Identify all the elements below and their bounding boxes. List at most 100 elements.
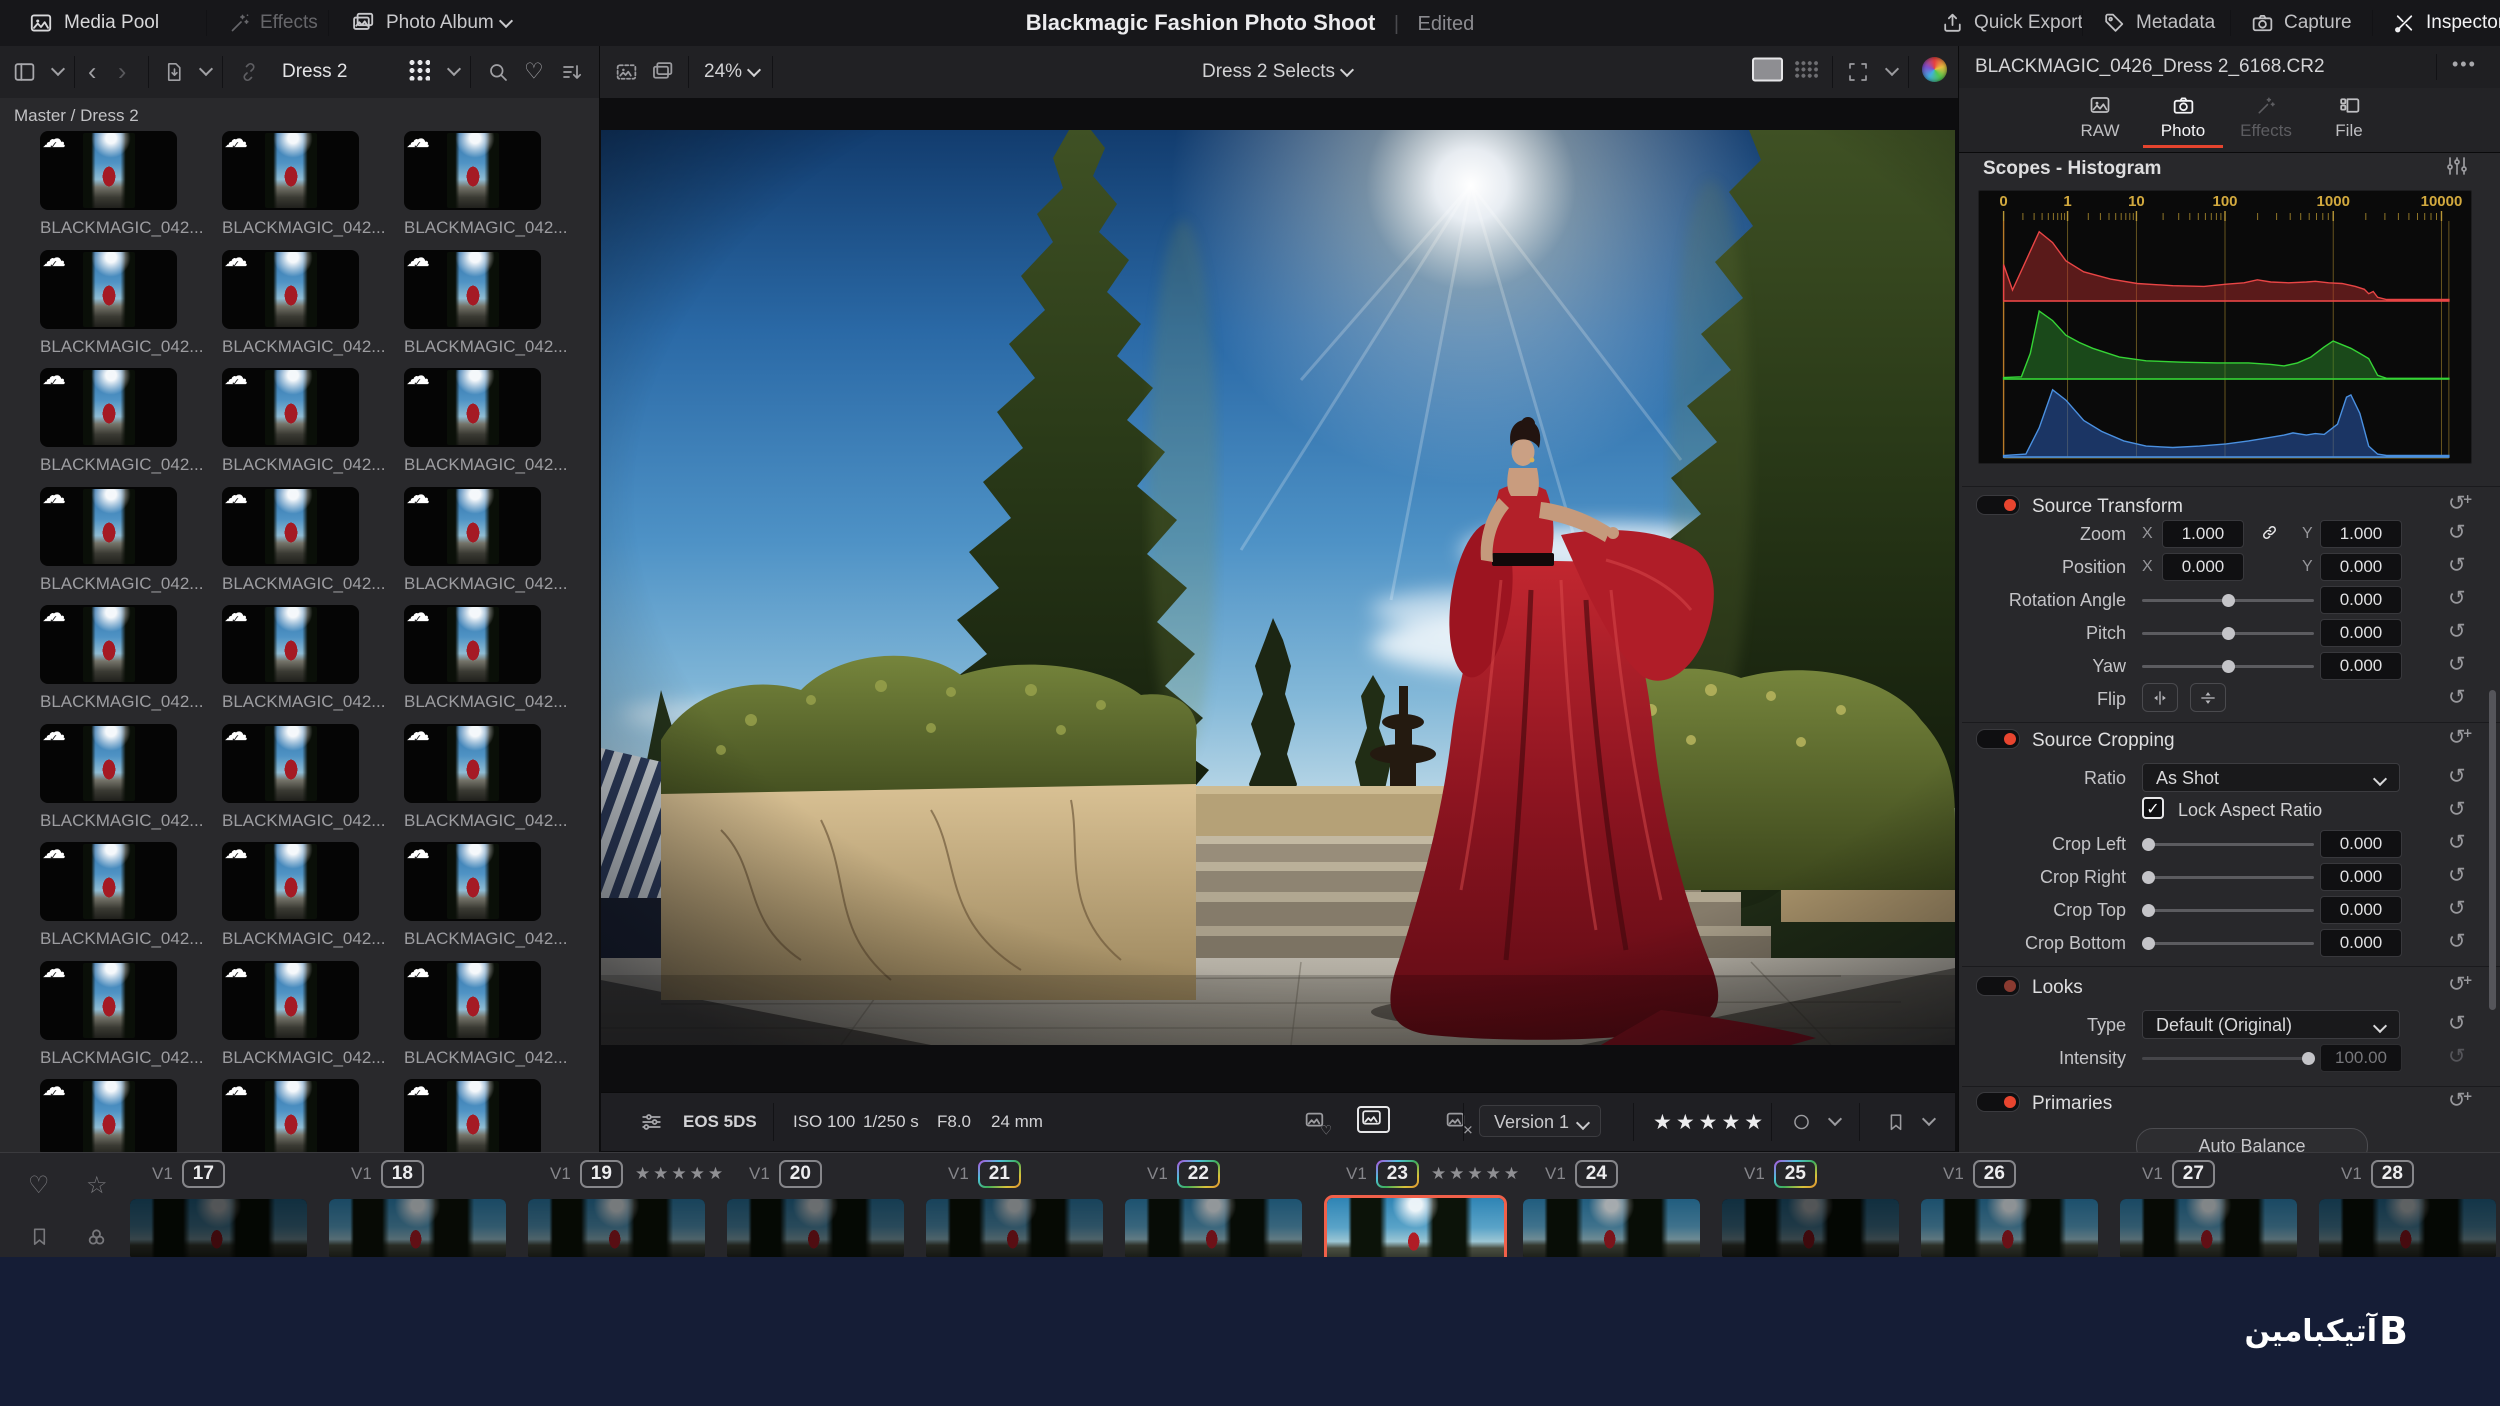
row-reset-icon[interactable]: ↺ [2448,898,2466,919]
media-thumbnail[interactable]: ☁ ✓ [404,127,541,210]
zoom-level[interactable]: 24% [704,61,762,83]
tab-file[interactable]: File [2311,92,2387,141]
filmstrip-thumbnail[interactable] [1125,1199,1302,1258]
unlink-icon[interactable] [237,60,261,84]
value-field-y[interactable]: 1.000 [2320,520,2402,548]
looks-toggle[interactable] [1976,976,2020,996]
media-thumbnail[interactable]: ☁ ✓ [404,364,541,447]
fit-image-icon[interactable] [614,60,639,85]
media-thumbnail[interactable]: ☁ ✓ [222,1075,359,1152]
bookmark-icon[interactable] [1885,1111,1907,1133]
row-reset-icon[interactable]: ↺ [2448,1013,2466,1034]
import-chevron-icon[interactable] [198,61,214,77]
link-icon[interactable] [2260,523,2279,542]
media-thumbnail[interactable]: ☁ ✓ [222,838,359,921]
value-field[interactable]: 0.000 [2320,863,2402,891]
slider[interactable] [2142,659,2314,673]
source-cropping-toggle[interactable] [1976,729,2020,749]
rating-stars[interactable]: ★★★★★ [1653,1110,1767,1134]
effects-button[interactable]: Effects [260,12,318,34]
flag-favorite-button[interactable]: ♡ [1303,1110,1332,1138]
import-media-icon[interactable] [163,61,186,84]
media-thumbnail[interactable]: ☁ ✓ [404,838,541,921]
media-thumbnail[interactable]: ☁ ✓ [40,957,177,1040]
folder-label[interactable]: Dress 2 [282,61,347,83]
media-thumbnail[interactable]: ☁ ✓ [404,601,541,684]
tab-photo[interactable]: Photo [2145,92,2221,141]
slider[interactable] [2142,870,2314,884]
image-stack-icon[interactable] [650,60,675,85]
reject-button[interactable]: ✕ [1444,1110,1473,1138]
media-thumbnail[interactable]: ☁ ✓ [40,483,177,566]
value-field[interactable]: 0.000 [2320,896,2402,924]
value-field[interactable]: 0.000 [2320,830,2402,858]
media-thumbnail[interactable]: ☁ ✓ [404,246,541,329]
version-number-badge[interactable]: 27 [2171,1160,2215,1188]
media-thumbnail[interactable]: ☁ ✓ [404,957,541,1040]
row-reset-icon[interactable]: ↺ [2448,1046,2466,1067]
row-reset-icon[interactable]: ↺ [2448,931,2466,952]
metadata-button[interactable]: Metadata [2136,12,2215,34]
filmstrip-thumbnail[interactable] [926,1199,1103,1258]
media-thumbnail[interactable]: ☁ ✓ [222,364,359,447]
media-thumbnail[interactable]: ☁ ✓ [40,364,177,447]
filmstrip-thumbnail[interactable] [2120,1199,2297,1258]
filmstrip-thumbnail[interactable] [130,1199,307,1258]
neutral-pick-button[interactable] [1357,1106,1390,1138]
version-number-badge[interactable]: 19 [579,1160,623,1188]
row-reset-icon[interactable]: ↺ [2448,865,2466,886]
flip-vertical-button[interactable] [2190,683,2226,712]
filmstrip-thumbnail[interactable] [1523,1199,1700,1258]
media-thumbnail[interactable]: ☁ ✓ [222,246,359,329]
value-field[interactable]: 0.000 [2320,929,2402,957]
fullscreen-chevron-icon[interactable] [1884,61,1900,77]
filmstrip-rating-stars[interactable]: ★★★★★ [1431,1164,1522,1183]
version-number-badge[interactable]: 26 [1972,1160,2016,1188]
source-cropping-reset-icon[interactable]: ↺+ [2448,726,2476,750]
filmstrip-thumbnail[interactable] [2319,1199,2496,1258]
filmstrip-thumbnail[interactable] [528,1199,705,1258]
slider[interactable] [2142,1051,2315,1065]
media-thumbnail[interactable]: ☁ ✓ [40,838,177,921]
filmstrip-thumbnail[interactable] [727,1199,904,1258]
slider[interactable] [2142,837,2314,851]
panel-chevron-icon[interactable] [50,61,66,77]
version-number-badge[interactable]: 22 [1177,1160,1220,1188]
version-number-badge[interactable]: 24 [1574,1160,1618,1188]
capture-button[interactable]: Capture [2284,12,2352,34]
row-reset-icon[interactable]: ↺ [2448,654,2466,675]
value-field[interactable]: 0.000 [2320,619,2402,647]
media-thumbnail[interactable]: ☁ ✓ [222,720,359,803]
filmstrip-thumbnail[interactable] [329,1199,506,1258]
media-thumbnail[interactable]: ☁ ✓ [40,127,177,210]
media-thumbnail[interactable]: ☁ ✓ [40,720,177,803]
looks-reset-icon[interactable]: ↺+ [2448,973,2476,997]
version-number-badge[interactable]: 21 [978,1160,1021,1188]
media-thumbnail[interactable]: ☁ ✓ [222,127,359,210]
source-transform-toggle[interactable] [1976,495,2020,515]
value-field-x[interactable]: 0.000 [2162,553,2244,581]
media-thumbnail[interactable]: ☁ ✓ [40,1075,177,1152]
panel-menu-button[interactable]: ••• [2452,54,2477,75]
media-thumbnail[interactable]: ☁ ✓ [404,483,541,566]
color-label-chevron-icon[interactable] [1827,1111,1843,1127]
single-view-button[interactable] [1752,57,1783,87]
color-grade-button[interactable] [1922,57,1947,87]
filmstrip-thumbnail[interactable] [1722,1199,1899,1258]
version-number-badge[interactable]: 17 [181,1160,225,1188]
media-thumbnail[interactable]: ☁ ✓ [404,1075,541,1152]
row-reset-icon[interactable]: ↺ [2448,832,2466,853]
row-reset-icon[interactable]: ↺ [2448,522,2466,543]
scopes-settings-icon[interactable] [2445,154,2469,178]
grid-view-icon[interactable] [408,58,430,81]
inspector-scrollbar[interactable] [2489,690,2496,1010]
media-thumbnail[interactable]: ☁ ✓ [222,483,359,566]
filter-bookmark-icon[interactable] [28,1225,51,1248]
media-thumbnail[interactable]: ☁ ✓ [404,720,541,803]
row-reset-icon[interactable]: ↺ [2448,588,2466,609]
selects-dropdown[interactable]: Dress 2 Selects [1202,61,1355,83]
breadcrumb[interactable]: Master / Dress 2 [14,106,139,126]
tab-effects[interactable]: Effects [2228,92,2304,141]
row-reset-icon[interactable]: ↺ [2448,555,2466,576]
source-transform-reset-icon[interactable]: ↺+ [2448,492,2476,516]
